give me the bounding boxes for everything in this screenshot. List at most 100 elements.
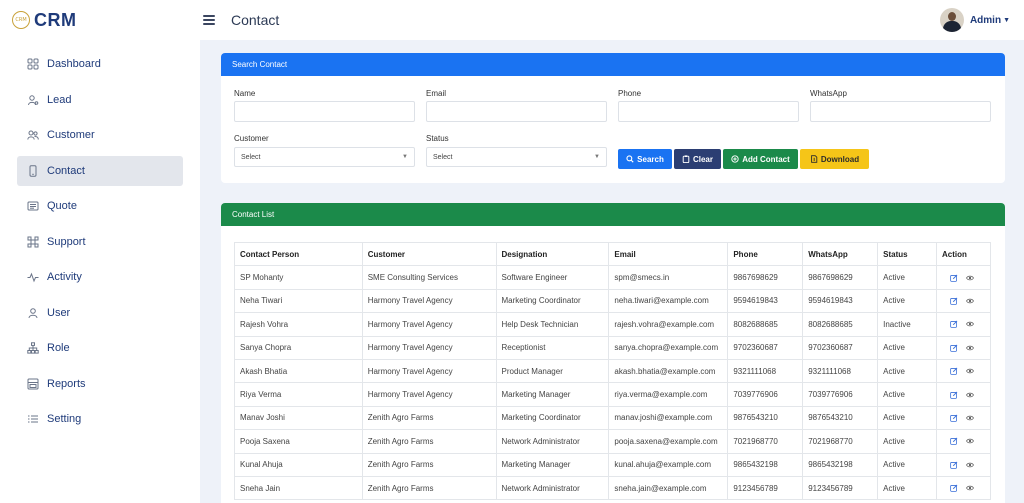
plus-circle-icon <box>731 155 739 163</box>
view-eye-icon[interactable] <box>966 320 974 328</box>
table-cell: sanya.chopra@example.com <box>608 335 729 360</box>
user-menu[interactable]: Admin ▼ <box>939 8 1010 32</box>
table-cell: 9876543210 <box>802 405 879 431</box>
view-eye-icon[interactable] <box>966 391 974 399</box>
search-contact-card: Search Contact Name Email Phone WhatsApp… <box>221 53 1005 183</box>
table-cell: akash.bhatia@example.com <box>608 358 729 384</box>
action-cell <box>936 452 991 477</box>
view-eye-icon[interactable] <box>966 437 974 445</box>
edit-icon[interactable] <box>950 367 958 375</box>
edit-icon[interactable] <box>950 344 958 352</box>
action-cell <box>936 288 991 314</box>
avatar[interactable] <box>939 8 964 32</box>
sidebar-item-label: Reports <box>47 377 86 390</box>
table-cell: Active <box>877 429 938 454</box>
action-cell <box>936 358 991 384</box>
edit-icon[interactable] <box>950 461 958 469</box>
quote-icon <box>26 200 39 213</box>
sidebar-item-activity[interactable]: Activity <box>17 262 183 292</box>
sidebar-item-quote[interactable]: Quote <box>17 191 183 221</box>
activity-icon <box>26 271 39 284</box>
table-cell: Harmony Travel Agency <box>361 382 497 407</box>
edit-icon[interactable] <box>950 484 958 492</box>
table-cell: Harmony Travel Agency <box>361 335 497 360</box>
table-cell: Rajesh Vohra <box>234 312 363 337</box>
view-eye-icon[interactable] <box>966 367 974 375</box>
search-button[interactable]: Search <box>618 149 672 169</box>
sidebar-item-label: Activity <box>47 271 82 283</box>
sidebar-item-setting[interactable]: Setting <box>17 404 183 434</box>
customer-select[interactable]: Select ▼ <box>234 147 415 167</box>
add-contact-button[interactable]: Add Contact <box>723 149 798 169</box>
clipboard-icon <box>682 155 690 163</box>
edit-icon[interactable] <box>950 391 958 399</box>
table-cell: Active <box>877 358 938 384</box>
table-cell: Active <box>877 475 938 501</box>
column-header: Designation <box>495 241 610 267</box>
brand[interactable]: CRM CRM <box>0 0 200 40</box>
sidebar-item-reports[interactable]: Reports <box>17 369 183 399</box>
action-cell <box>936 312 991 337</box>
view-eye-icon[interactable] <box>966 344 974 352</box>
sidebar-nav: Dashboard Lead Customer Contact Quote Support… <box>0 49 200 434</box>
customer-select-value: Select <box>241 153 261 161</box>
menu-toggle-icon[interactable] <box>203 15 215 25</box>
table-row: Riya Verma Harmony Travel Agency Marketing… <box>234 382 991 407</box>
view-eye-icon[interactable] <box>966 274 974 282</box>
sidebar-item-user[interactable]: User <box>17 298 183 328</box>
phone-label: Phone <box>618 89 642 98</box>
edit-icon[interactable] <box>950 297 958 305</box>
table-cell: Receptionist <box>495 335 610 360</box>
phone-input[interactable] <box>618 101 799 122</box>
sidebar-item-label: Quote <box>47 200 77 212</box>
table-cell: 9702360687 <box>802 335 879 360</box>
view-eye-icon[interactable] <box>966 461 974 469</box>
search-button-label: Search <box>637 154 664 164</box>
email-label: Email <box>426 89 447 98</box>
edit-icon[interactable] <box>950 437 958 446</box>
sidebar-item-lead[interactable]: Lead <box>17 85 183 115</box>
table-cell: riya.verma@example.com <box>608 382 729 407</box>
table-cell: 9865432198 <box>727 452 804 477</box>
sidebar-item-support[interactable]: Support <box>17 227 183 257</box>
view-eye-icon[interactable] <box>966 297 974 305</box>
edit-icon[interactable] <box>950 274 958 282</box>
clear-button[interactable]: Clear <box>674 149 721 169</box>
download-button[interactable]: Download <box>800 149 869 169</box>
sidebar-item-contact[interactable]: Contact <box>17 155 183 186</box>
table-cell: 9876543210 <box>727 405 804 431</box>
view-eye-icon[interactable] <box>966 414 974 422</box>
select-arrow-icon: ▼ <box>402 154 408 160</box>
page-title: Contact <box>231 12 280 28</box>
table-row: Rajesh Vohra Harmony Travel Agency Help De… <box>234 312 991 337</box>
table-cell: rajesh.vohra@example.com <box>608 312 729 337</box>
table-header-row: Contact Person Customer Designation Email Ph… <box>234 241 991 267</box>
caret-down-icon[interactable]: ▼ <box>1003 17 1010 24</box>
table-cell: 9867698629 <box>802 265 879 290</box>
table-cell: Zenith Agro Farms <box>361 429 497 454</box>
sidebar-item-dashboard[interactable]: Dashboard <box>17 49 183 79</box>
action-cell <box>936 475 991 501</box>
edit-icon[interactable] <box>950 320 958 329</box>
table-cell: neha.tiwari@example.com <box>608 288 729 314</box>
contact-table: Contact Person Customer Designation Email Ph… <box>234 241 991 501</box>
table-cell: Pooja Saxena <box>234 429 363 454</box>
name-label: Name <box>234 89 256 98</box>
email-input[interactable] <box>426 101 607 122</box>
whatsapp-label: WhatsApp <box>810 89 847 98</box>
edit-icon[interactable] <box>950 414 958 422</box>
sidebar-item-label: Role <box>47 342 70 354</box>
whatsapp-input[interactable] <box>810 101 991 122</box>
table-cell: manav.joshi@example.com <box>608 405 729 431</box>
settings-list-icon <box>26 413 39 426</box>
table-row: Akash Bhatia Harmony Travel Agency Product… <box>234 358 991 384</box>
status-select[interactable]: Select ▼ <box>426 147 607 167</box>
table-cell: 9321111068 <box>727 358 804 384</box>
sidebar-item-customer[interactable]: Customer <box>17 120 183 150</box>
table-cell: Active <box>877 405 938 431</box>
sidebar-item-role[interactable]: Role <box>17 333 183 363</box>
sidebar-item-label: Lead <box>47 93 72 106</box>
name-input[interactable] <box>234 101 415 122</box>
user-name[interactable]: Admin <box>970 15 1001 26</box>
view-eye-icon[interactable] <box>966 484 974 492</box>
